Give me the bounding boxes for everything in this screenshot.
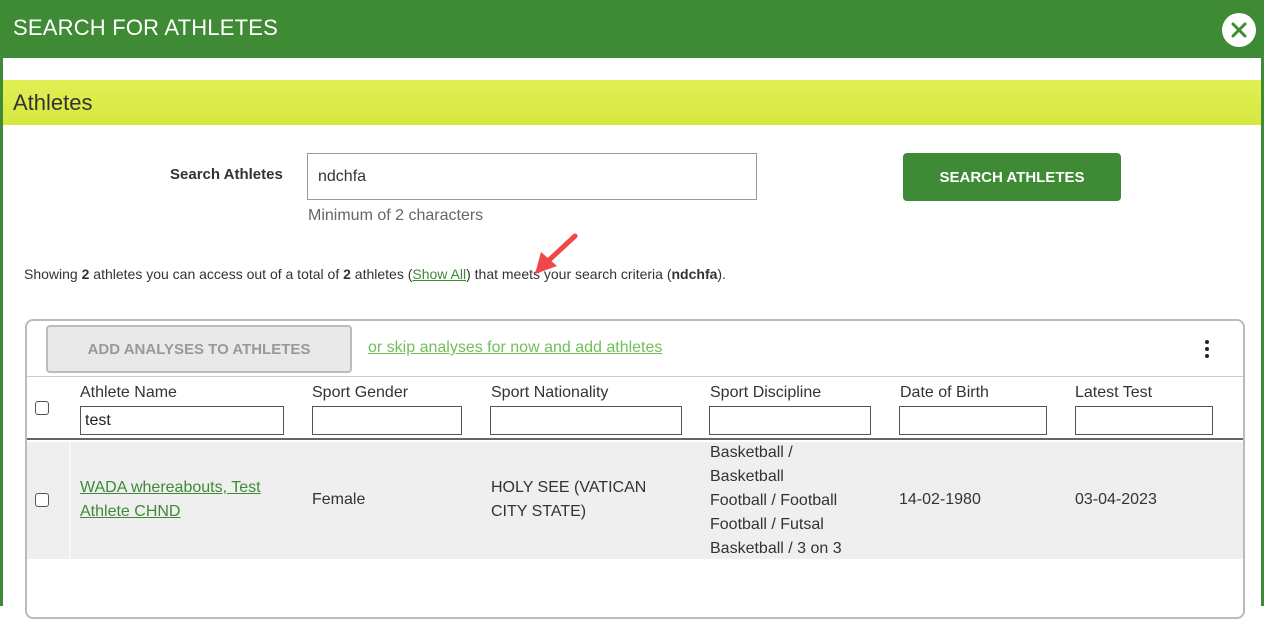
athlete-name-line-2: Athlete CHND bbox=[80, 503, 181, 520]
summary-after-total: athletes ( bbox=[350, 266, 413, 282]
close-button[interactable] bbox=[1222, 13, 1256, 47]
athlete-name-line-1: WADA whereabouts, Test bbox=[80, 479, 261, 496]
sport-discipline-filter[interactable] bbox=[709, 406, 871, 435]
column-divider bbox=[69, 442, 71, 559]
summary-suffix: ). bbox=[717, 266, 726, 282]
summary-prefix: Showing bbox=[24, 266, 82, 282]
nationality-line-1: HOLY SEE (VATICAN bbox=[491, 479, 647, 496]
show-all-link[interactable]: Show All bbox=[412, 266, 466, 282]
column-header-athlete-name: Athlete Name bbox=[80, 384, 177, 401]
sport-discipline-cell: Basketball / Basketball Football / Footb… bbox=[710, 441, 842, 561]
latest-test-cell: 03-04-2023 bbox=[1075, 491, 1157, 508]
table-header: Athlete Name Sport Gender Sport National… bbox=[27, 376, 1243, 440]
column-header-sport-gender: Sport Gender bbox=[312, 384, 409, 401]
sport-gender-cell: Female bbox=[312, 491, 366, 508]
athlete-name-link[interactable]: WADA whereabouts, Test Athlete CHND bbox=[80, 479, 261, 520]
section-title: Athletes bbox=[13, 90, 93, 115]
column-header-latest-test: Latest Test bbox=[1075, 384, 1153, 401]
table-row: WADA whereabouts, Test Athlete CHND Femal… bbox=[27, 442, 1243, 559]
athlete-name-cell: WADA whereabouts, Test Athlete CHND bbox=[80, 476, 261, 524]
search-input[interactable] bbox=[307, 153, 757, 200]
date-of-birth-cell: 14-02-1980 bbox=[899, 491, 981, 508]
add-analyses-button[interactable]: ADD ANALYSES TO ATHLETES bbox=[46, 325, 352, 373]
skip-analyses-link[interactable]: or skip analyses for now and add athlete… bbox=[368, 339, 662, 357]
column-header-sport-discipline: Sport Discipline bbox=[710, 384, 822, 401]
close-icon bbox=[1231, 22, 1247, 38]
results-summary: Showing 2 athletes you can access out of… bbox=[24, 266, 726, 282]
column-header-date-of-birth: Date of Birth bbox=[900, 384, 989, 401]
search-criteria: ndchfa bbox=[671, 266, 718, 282]
dialog-header: SEARCH FOR ATHLETES bbox=[0, 0, 1264, 58]
summary-middle: athletes you can access out of a total o… bbox=[89, 266, 344, 282]
select-all-checkbox[interactable] bbox=[35, 401, 49, 415]
search-athletes-dialog: SEARCH FOR ATHLETES Athletes Search Athl… bbox=[0, 0, 1264, 619]
search-hint: Minimum of 2 characters bbox=[308, 207, 484, 224]
discipline-line: Football / Football bbox=[710, 492, 838, 509]
latest-test-filter[interactable] bbox=[1075, 406, 1213, 435]
search-label: Search Athletes bbox=[170, 166, 283, 183]
results-panel: ADD ANALYSES TO ATHLETES or skip analyse… bbox=[25, 319, 1245, 619]
nationality-line-2: CITY STATE) bbox=[491, 503, 587, 520]
discipline-line: Football / Futsal bbox=[710, 516, 824, 533]
row-checkbox[interactable] bbox=[35, 493, 49, 507]
section-header: Athletes bbox=[3, 80, 1261, 125]
discipline-line: Basketball bbox=[710, 468, 784, 485]
sport-nationality-filter[interactable] bbox=[490, 406, 682, 435]
athlete-name-filter[interactable] bbox=[80, 406, 284, 435]
sport-nationality-cell: HOLY SEE (VATICAN CITY STATE) bbox=[491, 476, 646, 524]
discipline-line: Basketball / 3 on 3 bbox=[710, 540, 842, 557]
dialog-title: SEARCH FOR ATHLETES bbox=[13, 15, 278, 40]
search-athletes-button[interactable]: SEARCH ATHLETES bbox=[903, 153, 1121, 201]
sport-gender-filter[interactable] bbox=[312, 406, 462, 435]
more-options-icon[interactable] bbox=[1205, 340, 1209, 361]
annotation-arrow-icon bbox=[535, 233, 578, 274]
discipline-line: Basketball / bbox=[710, 444, 793, 461]
total-count: 2 bbox=[343, 266, 351, 282]
date-of-birth-filter[interactable] bbox=[899, 406, 1047, 435]
column-header-sport-nationality: Sport Nationality bbox=[491, 384, 609, 401]
